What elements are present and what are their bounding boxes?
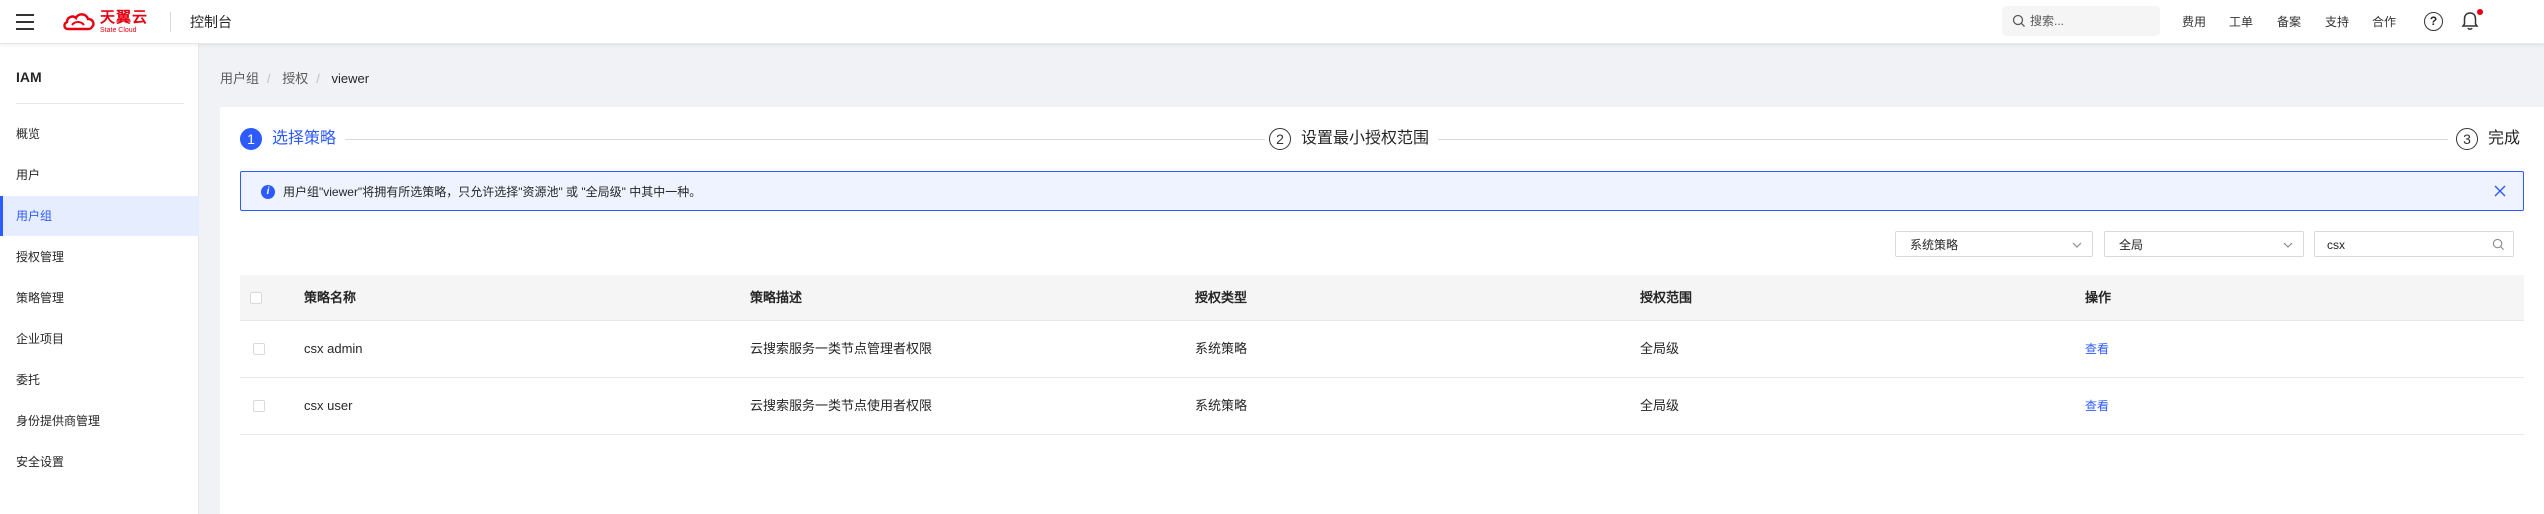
info-alert: i 用户组"viewer"将拥有所选策略，只允许选择"资源池" 或 "全局级" … xyxy=(240,171,2524,211)
select-all-checkbox[interactable] xyxy=(250,292,262,304)
row-checkbox[interactable] xyxy=(253,343,265,355)
info-icon: i xyxy=(261,185,275,199)
sidebar-item-enterprise-projects[interactable]: 企业项目 xyxy=(0,319,199,359)
policy-name: csx user xyxy=(304,398,353,413)
column-auth-type: 授权类型 xyxy=(1195,290,1248,305)
sidebar-item-overview[interactable]: 概览 xyxy=(0,114,199,154)
chevron-down-icon xyxy=(2283,242,2293,248)
column-policy-name: 策略名称 xyxy=(304,290,357,305)
breadcrumb-authorize[interactable]: 授权 xyxy=(282,71,308,86)
sidebar-divider xyxy=(16,103,184,104)
sidebar-item-delegation[interactable]: 委托 xyxy=(0,360,199,400)
console-title[interactable]: 控制台 xyxy=(190,13,232,31)
alert-message: 用户组"viewer"将拥有所选策略，只允许选择"资源池" 或 "全局级" 中其… xyxy=(283,185,702,199)
nav-tickets[interactable]: 工单 xyxy=(2229,14,2253,30)
policy-type-value: 系统策略 xyxy=(1910,238,1959,252)
scope-select[interactable]: 全局 xyxy=(2104,231,2304,257)
column-actions: 操作 xyxy=(2085,290,2112,305)
auth-scope: 全局级 xyxy=(1640,398,1680,413)
nav-filing[interactable]: 备案 xyxy=(2277,14,2301,30)
auth-scope: 全局级 xyxy=(1640,341,1680,356)
auth-type: 系统策略 xyxy=(1195,398,1248,413)
column-auth-scope: 授权范围 xyxy=(1640,290,1693,305)
view-link[interactable]: 查看 xyxy=(2085,398,2109,414)
sidebar: IAM 概览 用户 用户组 授权管理 策略管理 企业项目 委托 身份提供商管理 … xyxy=(0,44,199,514)
bell-icon[interactable] xyxy=(2461,11,2479,31)
global-search-input[interactable]: 搜索... xyxy=(2002,6,2160,36)
sidebar-item-authorization[interactable]: 授权管理 xyxy=(0,237,199,277)
policy-search-field[interactable] xyxy=(2314,231,2514,257)
step-1-number: 1 xyxy=(240,128,262,150)
auth-type: 系统策略 xyxy=(1195,341,1248,356)
top-navigation-bar: 天翼云 State Cloud 控制台 搜索... 费用 工单 备案 支持 合作… xyxy=(0,0,2544,44)
breadcrumb-separator: / xyxy=(316,71,320,86)
sidebar-item-user-groups[interactable]: 用户组 xyxy=(0,196,199,236)
nav-partner[interactable]: 合作 xyxy=(2372,14,2396,30)
sidebar-item-identity-providers[interactable]: 身份提供商管理 xyxy=(0,401,199,441)
notification-dot xyxy=(2477,9,2483,15)
chevron-down-icon xyxy=(2072,242,2082,248)
breadcrumb-user-groups[interactable]: 用户组 xyxy=(220,71,259,86)
table-row[interactable]: csx admin 云搜索服务一类节点管理者权限 系统策略 全局级 查看 xyxy=(240,321,2524,378)
policy-type-select[interactable]: 系统策略 xyxy=(1895,231,2093,257)
policy-search-input[interactable] xyxy=(2327,237,2477,253)
view-link[interactable]: 查看 xyxy=(2085,341,2109,357)
policy-description: 云搜索服务一类节点使用者权限 xyxy=(750,398,933,413)
column-policy-description: 策略描述 xyxy=(750,290,803,305)
help-icon[interactable]: ? xyxy=(2424,12,2443,31)
breadcrumb-separator: / xyxy=(267,71,271,86)
sidebar-item-users[interactable]: 用户 xyxy=(0,155,199,195)
scope-value: 全局 xyxy=(2119,238,2144,252)
step-connector xyxy=(345,139,1265,140)
sidebar-item-policies[interactable]: 策略管理 xyxy=(0,278,199,318)
nav-fees[interactable]: 费用 xyxy=(2182,14,2206,30)
breadcrumb: 用户组 / 授权 / viewer xyxy=(220,71,377,87)
search-placeholder: 搜索... xyxy=(2030,14,2065,28)
step-2-label: 设置最小授权范围 xyxy=(1301,130,1430,147)
step-3-number: 3 xyxy=(2456,128,2478,150)
row-checkbox[interactable] xyxy=(253,400,265,412)
sidebar-item-security-settings[interactable]: 安全设置 xyxy=(0,442,199,482)
policy-name: csx admin xyxy=(304,341,363,356)
step-2-number: 2 xyxy=(1269,128,1291,150)
brand-name: 天翼云 xyxy=(100,9,149,26)
policy-description: 云搜索服务一类节点管理者权限 xyxy=(750,341,933,356)
table-header: 策略名称 策略描述 授权类型 授权范围 操作 xyxy=(240,275,2524,321)
nav-support[interactable]: 支持 xyxy=(2325,14,2349,30)
brand-subtitle: State Cloud xyxy=(100,27,137,34)
step-1-label: 选择策略 xyxy=(272,130,337,147)
table-row[interactable]: csx user 云搜索服务一类节点使用者权限 系统策略 全局级 查看 xyxy=(240,378,2524,435)
search-icon[interactable] xyxy=(2492,238,2505,251)
sidebar-title: IAM xyxy=(16,69,42,85)
step-connector xyxy=(1438,139,2448,140)
header-divider xyxy=(170,12,171,32)
step-3-label: 完成 xyxy=(2488,130,2521,147)
search-icon xyxy=(2012,14,2025,27)
breadcrumb-current: viewer xyxy=(331,71,370,86)
menu-icon[interactable] xyxy=(16,14,34,30)
close-icon[interactable] xyxy=(2491,182,2509,200)
